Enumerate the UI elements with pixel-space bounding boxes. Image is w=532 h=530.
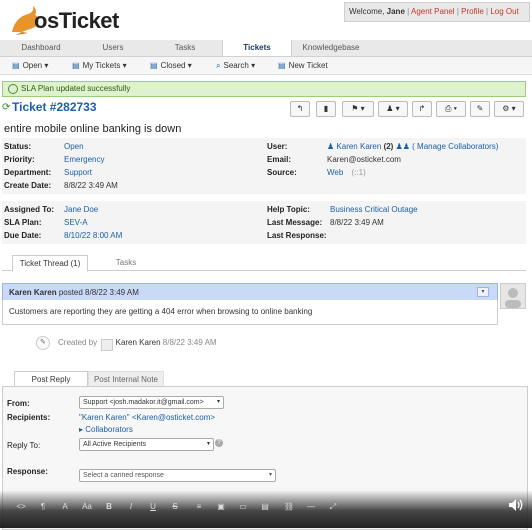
- help-icon[interactable]: ?: [215, 439, 223, 447]
- list-icon[interactable]: ≡: [192, 502, 206, 511]
- chevron-down-icon: ▾: [216, 399, 220, 405]
- back-button[interactable]: ↰: [290, 101, 310, 117]
- table-icon[interactable]: ▤: [258, 502, 272, 511]
- create-date-value: 8/8/22 3:49 AM: [64, 181, 118, 190]
- tab-dashboard[interactable]: Dashboard: [6, 40, 76, 56]
- sla-plan-value: SEV-A: [64, 218, 88, 227]
- created-by-line: Created by Karen Karen 8/8/22 3:49 AM: [58, 338, 217, 347]
- speaker-icon[interactable]: [508, 498, 524, 515]
- email-value: Karen@osticket.com: [327, 155, 401, 164]
- ticket-info-secondary: Assigned To: Jane Doe SLA Plan: SEV-A Du…: [2, 201, 526, 244]
- thread-entry-header: Karen Karen posted 8/8/22 3:49 AM ▾: [2, 283, 498, 301]
- refresh-icon[interactable]: ⟳: [2, 102, 10, 113]
- welcome-label: Welcome,: [349, 7, 385, 16]
- collaborators-toggle[interactable]: ▸ Collaborators: [79, 425, 133, 434]
- tab-knowledgebase[interactable]: Knowledgebase: [292, 40, 370, 56]
- print-menu-button[interactable]: ⎙ ▾: [436, 101, 466, 117]
- header: osTicket Welcome, Jane | Agent Panel | P…: [0, 0, 532, 40]
- strikethrough-icon[interactable]: S: [168, 502, 182, 511]
- new-ticket-link[interactable]: ▤ New Ticket: [278, 60, 328, 72]
- horizontal-rule-icon[interactable]: —: [304, 502, 318, 511]
- last-message-value: 8/8/22 3:49 AM: [330, 218, 384, 227]
- avatar: [500, 283, 526, 309]
- assigned-value: Jane Doe: [64, 205, 99, 214]
- department-value: Support: [64, 168, 93, 177]
- logo-text[interactable]: osTicket: [34, 8, 119, 34]
- manage-collaborators-link[interactable]: ( Manage Collaborators): [412, 142, 498, 151]
- person-icon: ▤: [72, 61, 80, 70]
- tab-tasks[interactable]: Tasks: [150, 40, 220, 56]
- canned-response-select[interactable]: Select a canned response ▾: [79, 469, 276, 482]
- chevron-down-icon: ▾: [268, 472, 272, 478]
- main-nav: Dashboard Users Tasks Tickets Knowledgeb…: [0, 40, 532, 57]
- status-value: Open: [64, 142, 84, 151]
- print-pdf-button[interactable]: ▮: [316, 101, 336, 117]
- edit-button[interactable]: ✎: [470, 101, 490, 117]
- created-by-time: 8/8/22 3:49 AM: [162, 338, 217, 347]
- ticket-info-primary: Status: Open Priority: Emergency Departm…: [2, 138, 526, 194]
- font-size-icon[interactable]: Aa: [80, 502, 94, 511]
- font-color-icon[interactable]: A: [58, 502, 72, 511]
- assign-menu-button[interactable]: ♟ ▾: [378, 101, 408, 117]
- user-welcome-box: Welcome, Jane | Agent Panel | Profile | …: [344, 2, 530, 22]
- video-icon[interactable]: ▭: [236, 502, 250, 511]
- paragraph-icon[interactable]: ¶: [36, 502, 50, 511]
- tab-users[interactable]: Users: [78, 40, 148, 56]
- welcome-user-name: Jane: [386, 7, 405, 16]
- created-by-name: Karen Karen: [115, 338, 161, 347]
- thread-author: Karen Karen: [9, 288, 57, 297]
- avatar-small: [101, 339, 113, 351]
- source-ip: (::1): [351, 168, 366, 177]
- thread-entry-body: Customers are reporting they are getting…: [2, 300, 498, 325]
- check-circle-icon: [8, 84, 18, 94]
- ticket-number[interactable]: Ticket #282733: [12, 100, 97, 114]
- ticket-subject: entire mobile online banking is down: [4, 123, 182, 135]
- due-date-value: 8/10/22 8:00 AM: [64, 231, 123, 240]
- tab-ticket-thread[interactable]: Ticket Thread (1): [12, 255, 88, 272]
- reply-to-select[interactable]: All Active Recipients ▾: [79, 438, 214, 451]
- help-topic-value: Business Critical Outage: [330, 205, 418, 214]
- caret-right-icon: ▸: [79, 425, 84, 434]
- search-icon: ⌕: [216, 61, 221, 70]
- settings-menu-button[interactable]: ⚙ ▾: [494, 101, 524, 117]
- thread-message: Customers are reporting they are getting…: [9, 307, 313, 316]
- underline-icon[interactable]: U: [146, 502, 160, 511]
- priority-value: Emergency: [64, 155, 105, 164]
- search-menu[interactable]: ⌕ Search ▾: [216, 60, 255, 72]
- chevron-down-icon[interactable]: ▾: [477, 287, 489, 297]
- tab-tasks-thread[interactable]: Tasks: [96, 255, 156, 270]
- closed-tickets-menu[interactable]: ▤ Closed ▾: [150, 60, 192, 72]
- plus-icon: ▤: [278, 61, 286, 70]
- user-link[interactable]: Karen Karen: [336, 142, 381, 151]
- open-tickets-menu[interactable]: ▤ Open ▾: [12, 60, 48, 72]
- flag-menu-button[interactable]: ⚑ ▾: [342, 101, 374, 117]
- image-icon[interactable]: ▣: [214, 502, 228, 511]
- thread-posted-time: posted 8/8/22 3:49 AM: [58, 288, 139, 297]
- chevron-down-icon: ▾: [206, 441, 210, 447]
- user-icon: ♟: [327, 142, 335, 151]
- sub-nav: ▤ Open ▾ ▤ My Tickets ▾ ▤ Closed ▾ ⌕ Search …: [0, 57, 532, 75]
- italic-icon[interactable]: I: [124, 502, 138, 511]
- fullscreen-icon[interactable]: ⤢: [326, 502, 340, 512]
- inbox-icon: ▤: [12, 61, 20, 70]
- logout-link[interactable]: Log Out: [490, 7, 518, 16]
- profile-link[interactable]: Profile: [461, 7, 484, 16]
- bold-icon[interactable]: B: [102, 502, 116, 511]
- collaborators-icon: ♟♟: [395, 142, 410, 151]
- success-alert: SLA Plan updated successfully: [2, 81, 526, 97]
- transfer-button[interactable]: ↱: [412, 101, 432, 117]
- my-tickets-menu[interactable]: ▤ My Tickets ▾: [72, 60, 127, 72]
- recipients-value: "Karen Karen" <Karen@osticket.com>: [79, 413, 216, 422]
- tab-tickets[interactable]: Tickets: [222, 40, 292, 56]
- link-icon[interactable]: ⛓: [282, 502, 296, 511]
- closed-icon: ▤: [150, 61, 158, 70]
- agent-panel-link[interactable]: Agent Panel: [411, 7, 455, 16]
- code-view-icon[interactable]: <>: [14, 502, 28, 511]
- from-select[interactable]: Support <josh.madakor.it@gmail.com> ▾: [79, 396, 224, 409]
- source-value: Web: [327, 168, 344, 177]
